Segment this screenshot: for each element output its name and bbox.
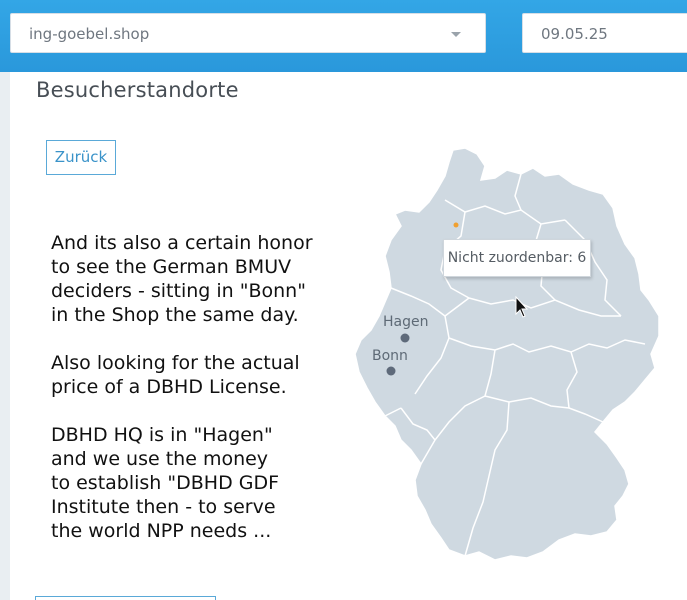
overlay-text: And its also a certain honor to see the …: [51, 231, 341, 567]
overlay-line: Institute then - to serve: [51, 496, 276, 518]
back-button[interactable]: Zurück: [46, 140, 116, 175]
date-picker[interactable]: 09.05.25: [522, 13, 687, 53]
overlay-line: And its also a certain honor: [51, 232, 313, 254]
map-tooltip: Nicht zuordenbar: 6: [443, 239, 591, 277]
overlay-line: to see the German BMUV: [51, 256, 292, 278]
overlay-line: Also looking for the actual: [51, 352, 300, 374]
top-bar: ing-goebel.shop 09.05.25: [0, 0, 687, 72]
mouse-pointer-icon: [515, 296, 529, 318]
overlay-line: price of a DBHD License.: [51, 376, 287, 398]
overlay-line: to establish "DBHD GDF: [51, 472, 280, 494]
left-gutter: [0, 72, 10, 600]
overlay-line: deciders - sitting in "Bonn": [51, 280, 306, 302]
city-marker-bonn[interactable]: [386, 366, 396, 376]
overlay-line: DBHD HQ is in "Hagen": [51, 424, 273, 446]
city-label-bonn: Bonn: [372, 348, 408, 364]
overlay-paragraph: Also looking for the actual price of a D…: [51, 351, 341, 399]
overlay-line: the world NPP needs ...: [51, 520, 272, 542]
panel-title: Besucherstandorte: [36, 78, 239, 102]
site-select-value: ing-goebel.shop: [29, 25, 150, 43]
city-label-hagen: Hagen: [383, 314, 428, 330]
city-marker-hagen[interactable]: [400, 333, 410, 343]
overlay-line: in the Shop the same day.: [51, 304, 299, 326]
unknown-location-dot[interactable]: [453, 222, 459, 228]
site-select[interactable]: ing-goebel.shop: [10, 13, 486, 53]
date-value: 09.05.25: [541, 25, 608, 43]
chevron-down-icon[interactable]: [451, 32, 461, 37]
overlay-paragraph: DBHD HQ is in "Hagen" and we use the mon…: [51, 423, 341, 543]
page: ing-goebel.shop 09.05.25 Besucherstandor…: [0, 0, 687, 600]
bottom-button-edge[interactable]: [35, 596, 216, 600]
overlay-paragraph: And its also a certain honor to see the …: [51, 231, 341, 327]
overlay-line: and we use the money: [51, 448, 269, 470]
germany-map[interactable]: Hagen Bonn: [345, 140, 675, 570]
